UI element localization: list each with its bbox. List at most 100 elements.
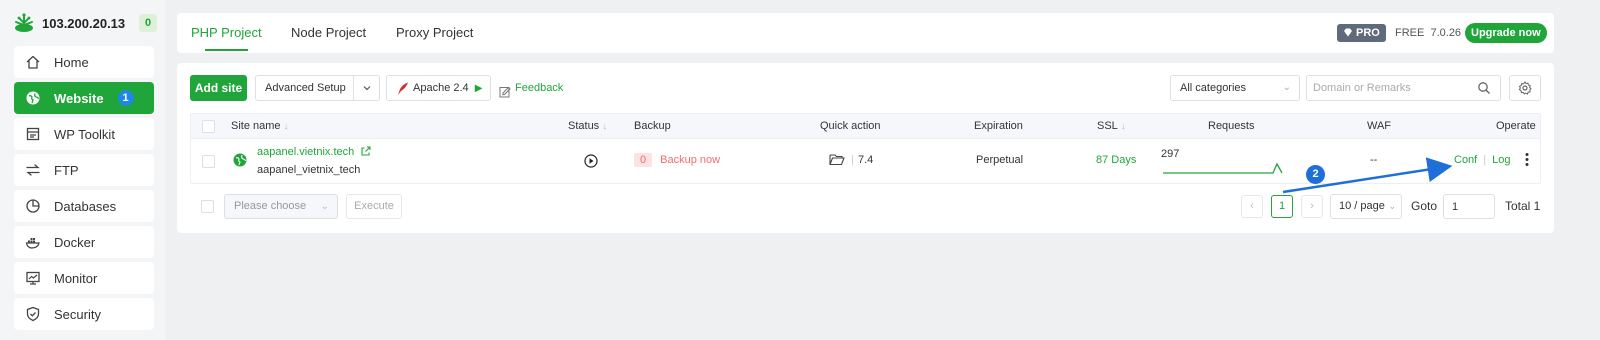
sidebar-item-website[interactable]: Website 1 (14, 82, 154, 114)
column-ssl[interactable]: SSL ↓ (1097, 114, 1126, 139)
gear-icon (1518, 81, 1532, 95)
open-external-icon[interactable] (361, 146, 371, 158)
sidebar-item-label: Databases (54, 198, 117, 214)
php-version-link[interactable]: 7.4 (858, 154, 873, 166)
current-page-button[interactable]: 1 (1271, 195, 1293, 218)
column-status[interactable]: Status ↓ (568, 114, 607, 139)
backup-cell: 0 Backup now (634, 153, 720, 167)
tab-node-project[interactable]: Node Project (291, 13, 366, 53)
bulk-action-value: Please choose (234, 200, 307, 212)
bulk-select-checkbox[interactable] (201, 200, 214, 213)
category-select[interactable]: All categories ⌄ (1170, 75, 1300, 101)
column-label: SSL (1097, 120, 1118, 132)
sidebar-item-docker[interactable]: Docker (14, 226, 154, 258)
site-list-card: Add site Advanced Setup Apache 2.4 ▶ Fee… (177, 63, 1554, 233)
tab-php-project[interactable]: PHP Project (177, 13, 276, 53)
more-options-icon[interactable] (1525, 152, 1529, 170)
feedback-label: Feedback (515, 82, 564, 94)
table-row: aapanel.vietnix.tech aapanel_vietnix_tec… (191, 139, 1540, 184)
log-link[interactable]: Log (1492, 154, 1510, 166)
sidebar-item-databases[interactable]: Databases (14, 190, 154, 222)
column-waf: WAF (1367, 120, 1392, 132)
column-operate: Operate (1496, 120, 1536, 132)
operate-cell: Conf | Log (1454, 154, 1510, 166)
apache-service-button[interactable]: Apache 2.4 ▶ (386, 75, 491, 101)
chevron-down-icon: ⌄ (320, 201, 329, 212)
wp-toolkit-icon (24, 125, 42, 143)
row-checkbox[interactable] (202, 155, 215, 168)
status-running-icon[interactable] (584, 154, 598, 171)
sidebar-item-home[interactable]: Home (14, 46, 154, 78)
database-icon (24, 197, 42, 215)
goto-label: Goto (1411, 199, 1438, 213)
page-size-value: 10 / page (1339, 200, 1385, 212)
column-requests: Requests (1208, 120, 1255, 132)
chevron-down-icon: ⌄ (1388, 201, 1396, 211)
feedback-link[interactable]: Feedback (499, 75, 563, 101)
pro-badge[interactable]: PRO (1337, 24, 1386, 42)
monitor-icon (24, 269, 42, 287)
folder-icon[interactable] (829, 153, 845, 169)
server-ip: 103.200.20.13 (42, 15, 126, 31)
chevron-down-icon: ⌄ (1282, 82, 1291, 93)
conf-link[interactable]: Conf (1454, 154, 1477, 166)
sort-icon: ↓ (283, 121, 289, 132)
sidebar-item-label: Monitor (54, 270, 98, 286)
tab-proxy-project[interactable]: Proxy Project (396, 13, 473, 53)
home-icon (24, 53, 42, 71)
sort-icon: ↓ (602, 121, 608, 132)
play-icon: ▶ (474, 83, 483, 94)
sidebar-item-label: Website (54, 90, 104, 106)
page-size-select[interactable]: 10 / page ⌄ (1330, 194, 1402, 219)
settings-button[interactable] (1509, 75, 1541, 101)
globe-icon (24, 89, 42, 107)
sidebar: 103.200.20.13 0 Home Website 1 WP Toolki… (0, 0, 165, 340)
next-page-button[interactable]: › (1301, 195, 1323, 218)
search-icon[interactable] (1477, 81, 1491, 95)
column-label: Site name (231, 120, 281, 132)
select-all-checkbox[interactable] (202, 120, 215, 133)
operate-divider: | (1483, 154, 1487, 166)
site-table: Site name ↓ Status ↓ Backup Quick action E… (190, 113, 1541, 184)
sidebar-item-security[interactable]: Security (14, 298, 154, 330)
version-label: 7.0.26 (1430, 27, 1462, 39)
category-select-value: All categories (1180, 82, 1247, 94)
total-count: Total 1 (1505, 199, 1541, 213)
pro-label: PRO (1356, 27, 1380, 39)
add-site-button[interactable]: Add site (190, 75, 247, 101)
site-domain-link[interactable]: aapanel.vietnix.tech (257, 146, 354, 158)
chevron-down-icon[interactable] (353, 76, 379, 100)
sidebar-nav: Home Website 1 WP Toolkit FTP Databases … (14, 46, 154, 334)
goto-page-input[interactable] (1443, 194, 1495, 219)
docker-icon (24, 233, 42, 251)
sidebar-item-label: Security (54, 306, 101, 322)
column-label: Status (568, 120, 600, 132)
sidebar-item-label: WP Toolkit (54, 126, 115, 142)
sidebar-item-monitor[interactable]: Monitor (14, 262, 154, 294)
site-remark: aapanel_vietnix_tech (257, 164, 361, 176)
site-domain-cell: aapanel.vietnix.tech (257, 146, 371, 158)
sidebar-item-wp-toolkit[interactable]: WP Toolkit (14, 118, 154, 150)
ssl-days-link[interactable]: 87 Days (1096, 154, 1136, 166)
backup-count-badge: 0 (634, 153, 653, 167)
column-backup: Backup (634, 120, 671, 132)
advanced-setup-label: Advanced Setup (265, 82, 346, 94)
site-globe-icon (233, 153, 247, 170)
column-site-name[interactable]: Site name ↓ (231, 114, 289, 139)
advanced-setup-button[interactable]: Advanced Setup (255, 75, 380, 101)
execute-button[interactable]: Execute (346, 194, 402, 219)
search-input[interactable] (1306, 75, 1501, 101)
bulk-action-select[interactable]: Please choose ⌄ (224, 194, 338, 219)
server-header: 103.200.20.13 0 (12, 10, 157, 36)
upgrade-now-button[interactable]: Upgrade now (1465, 23, 1547, 43)
expiration-value[interactable]: Perpetual (976, 154, 1023, 166)
aapanel-logo-icon (12, 11, 36, 35)
sidebar-item-label: FTP (54, 162, 79, 178)
quick-action-divider: | (851, 154, 854, 166)
backup-now-link[interactable]: Backup now (660, 154, 720, 166)
sidebar-item-ftp[interactable]: FTP (14, 154, 154, 186)
free-label: FREE (1395, 27, 1425, 39)
server-count-badge[interactable]: 0 (139, 14, 157, 32)
ftp-arrows-icon (24, 161, 42, 179)
prev-page-button[interactable]: ‹ (1241, 195, 1263, 218)
